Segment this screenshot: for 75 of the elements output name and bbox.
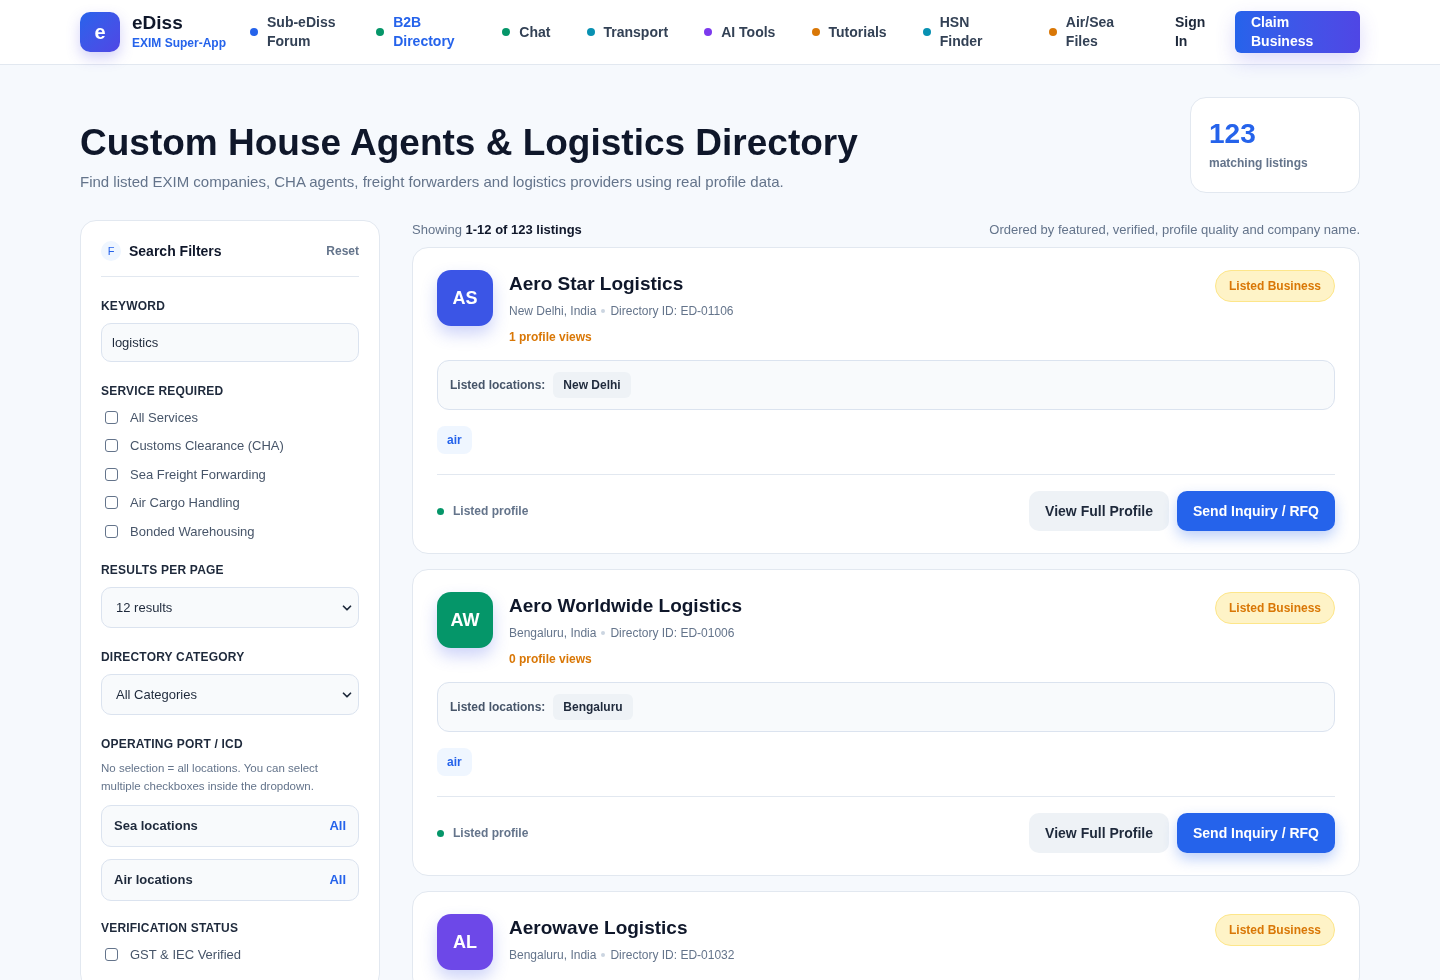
page-title: Custom House Agents & Logistics Directory xyxy=(80,121,858,165)
category-select[interactable]: All Categories xyxy=(101,674,359,715)
checkbox-label: Air Cargo Handling xyxy=(130,494,240,512)
company-location: Bengaluru, India xyxy=(509,625,597,642)
nav-link[interactable]: HSN Finder xyxy=(922,13,1013,51)
results-summary: Showing 1-12 of 123 listings xyxy=(412,220,582,239)
view-profile-button[interactable]: View Full Profile xyxy=(1029,813,1169,853)
filter-label: DIRECTORY CATEGORY xyxy=(101,649,246,666)
checkbox-label: Bonded Warehousing xyxy=(130,522,255,541)
filter-label: KEYWORD xyxy=(101,297,167,315)
profile-views: 0 profile views xyxy=(509,651,593,668)
order-note: Ordered by featured, verified, profile quality and company name. xyxy=(989,220,1360,239)
reset-link[interactable]: Reset xyxy=(326,242,359,260)
service-tag: air xyxy=(437,426,472,454)
directory-id: Directory ID: ED-01032 xyxy=(610,947,735,964)
service-tag: air xyxy=(437,748,472,776)
send-inquiry-button[interactable]: Send Inquiry / RFQ xyxy=(1177,491,1335,531)
locations-label: Listed locations: xyxy=(450,699,546,716)
listed-business-tag: Listed Business xyxy=(1214,914,1335,946)
brand-tagline: EXIM Super-App xyxy=(132,35,226,52)
locations-label: Listed locations: xyxy=(450,377,546,394)
checkbox[interactable] xyxy=(105,948,118,962)
brand-name[interactable]: eDiss xyxy=(132,12,226,34)
company-avatar: AS xyxy=(437,270,493,326)
checkbox[interactable] xyxy=(105,410,118,424)
company-avatar: AW xyxy=(437,592,493,648)
filter-label: RESULTS PER PAGE xyxy=(101,562,225,579)
profile-status: Listed profile xyxy=(453,503,530,520)
company-name[interactable]: Aero Worldwide Logistics xyxy=(509,593,1199,619)
profile-status: Listed profile xyxy=(453,825,530,842)
company-location: New Delhi, India xyxy=(509,303,597,320)
location-dropdown[interactable]: Sea locations All xyxy=(101,805,359,847)
listed-business-tag: Listed Business xyxy=(1214,592,1335,624)
location-chip: New Delhi xyxy=(553,372,631,398)
page-subtitle: Find listed EXIM companies, CHA agents, freight forwarders and logistics providers using real profile data. xyxy=(80,172,785,192)
nav-link[interactable]: Chat xyxy=(502,22,551,42)
location-dropdown[interactable]: Air locations All xyxy=(101,859,359,901)
logo-badge[interactable]: e xyxy=(80,12,120,52)
nav-link[interactable]: Transport xyxy=(586,22,669,42)
listing-count: 123 xyxy=(1209,118,1257,150)
filters-title: Search Filters xyxy=(129,241,223,261)
checkbox[interactable] xyxy=(105,524,118,538)
count-label: matching listings xyxy=(1209,155,1309,172)
nav-link[interactable]: Air/Sea Files xyxy=(1048,13,1139,51)
port-hint: No selection = all locations. You can select multiple checkboxes inside the dropdown. xyxy=(101,761,320,794)
checkbox-label: Sea Freight Forwarding xyxy=(130,465,266,484)
filter-label: OPERATING PORT / ICD xyxy=(101,736,244,753)
keyword-field[interactable]: logistics xyxy=(101,322,359,362)
filters-badge: F xyxy=(101,241,121,261)
profile-views: 1 profile views xyxy=(509,329,593,346)
nav-link[interactable]: AI Tools xyxy=(704,22,776,42)
nav-link[interactable]: B2B Directory xyxy=(376,13,467,51)
nav-link[interactable]: Tutorials xyxy=(811,22,887,42)
location-chip: Bengaluru xyxy=(553,694,633,720)
sign-in-link[interactable]: Sign In xyxy=(1175,13,1211,51)
company-name[interactable]: Aerowave Logistics xyxy=(509,915,1199,941)
directory-id: Directory ID: ED-01106 xyxy=(610,303,734,320)
results-select[interactable]: 12 results xyxy=(101,587,359,628)
filter-label: VERIFICATION STATUS xyxy=(101,920,240,937)
checkbox[interactable] xyxy=(105,467,118,481)
claim-business-button[interactable]: Claim Business xyxy=(1235,11,1360,53)
filter-label: SERVICE REQUIRED xyxy=(101,382,225,400)
company-name[interactable]: Aero Star Logistics xyxy=(509,271,1199,297)
checkbox-label: All Services xyxy=(130,408,198,427)
company-avatar: AL xyxy=(437,914,493,970)
checkbox-label: Customs Clearance (CHA) xyxy=(130,437,284,455)
checkbox-label: GST & IEC Verified xyxy=(130,946,242,964)
directory-id: Directory ID: ED-01006 xyxy=(610,625,735,642)
nav-link[interactable]: Sub-eDiss Forum xyxy=(250,13,340,51)
view-profile-button[interactable]: View Full Profile xyxy=(1029,491,1169,531)
checkbox[interactable] xyxy=(105,496,118,510)
send-inquiry-button[interactable]: Send Inquiry / RFQ xyxy=(1177,813,1335,853)
listed-business-tag: Listed Business xyxy=(1214,270,1335,302)
checkbox[interactable] xyxy=(105,439,118,453)
company-location: Bengaluru, India xyxy=(509,947,597,964)
